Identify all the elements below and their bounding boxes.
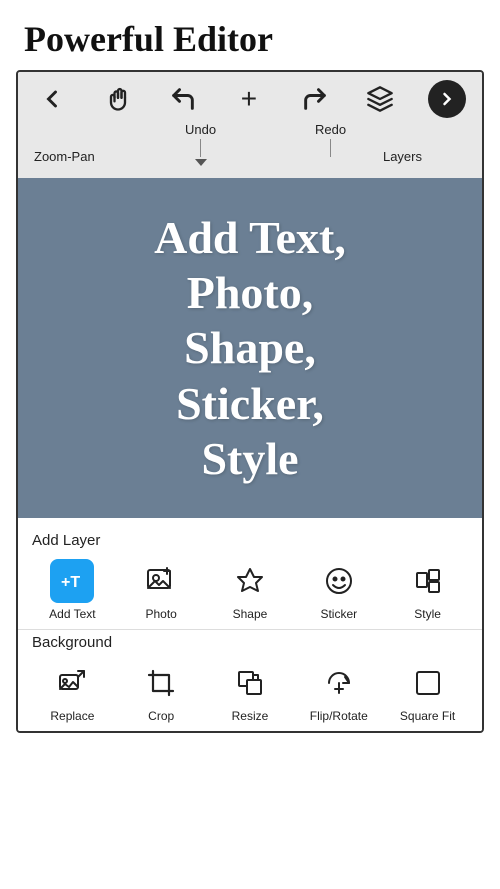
square-fit-icon [406,661,450,705]
canvas-text: Add Text,Photo,Shape,Sticker,Style [154,210,346,486]
next-button[interactable] [428,80,466,118]
sticker-label: Sticker [320,607,357,621]
add-layer-label: Add Layer [18,528,482,555]
add-text-label: Add Text [49,607,95,621]
crop-icon [139,661,183,705]
flip-rotate-tool[interactable]: Flip/Rotate [309,661,369,723]
back-arrow-icon[interactable] [34,81,70,117]
crop-label: Crop [148,709,174,723]
shape-tool[interactable]: Shape [220,559,280,621]
canvas-area: Add Text,Photo,Shape,Sticker,Style [18,178,482,518]
style-tool[interactable]: Style [398,559,458,621]
style-label: Style [414,607,441,621]
undo-label: Undo [185,122,216,137]
style-icon [406,559,450,603]
crop-tool[interactable]: Crop [131,661,191,723]
bottom-panel: Add Layer +T Add Text [18,518,482,731]
zoom-pan-icon[interactable] [100,81,136,117]
undo-icon[interactable] [165,81,201,117]
shape-icon [228,559,272,603]
resize-icon [228,661,272,705]
sticker-icon [317,559,361,603]
square-fit-tool[interactable]: Square Fit [398,661,458,723]
flip-rotate-icon [317,661,361,705]
replace-label: Replace [50,709,94,723]
add-text-icon: +T [50,559,94,603]
redo-label: Redo [315,122,346,137]
photo-tool[interactable]: Photo [131,559,191,621]
photo-icon [139,559,183,603]
photo-label: Photo [146,607,177,621]
page-title: Powerful Editor [0,0,500,70]
replace-icon [50,661,94,705]
shape-label: Shape [233,607,268,621]
layers-icon[interactable] [362,81,398,117]
editor-frame: + [16,70,484,733]
zoom-pan-label: Zoom-Pan [34,149,95,164]
sticker-tool[interactable]: Sticker [309,559,369,621]
redo-icon[interactable] [297,81,333,117]
flip-rotate-label: Flip/Rotate [310,709,368,723]
add-layer-section: Add Layer +T Add Text [18,528,482,630]
add-icon[interactable]: + [231,81,267,117]
background-label: Background [18,630,482,657]
add-text-tool[interactable]: +T Add Text [42,559,102,621]
square-fit-label: Square Fit [400,709,455,723]
layers-label: Layers [383,149,422,164]
svg-text:+T: +T [61,574,80,591]
resize-tool[interactable]: Resize [220,661,280,723]
toolbar: + [18,72,482,178]
resize-label: Resize [232,709,269,723]
replace-tool[interactable]: Replace [42,661,102,723]
background-section: Background Replace [18,630,482,731]
